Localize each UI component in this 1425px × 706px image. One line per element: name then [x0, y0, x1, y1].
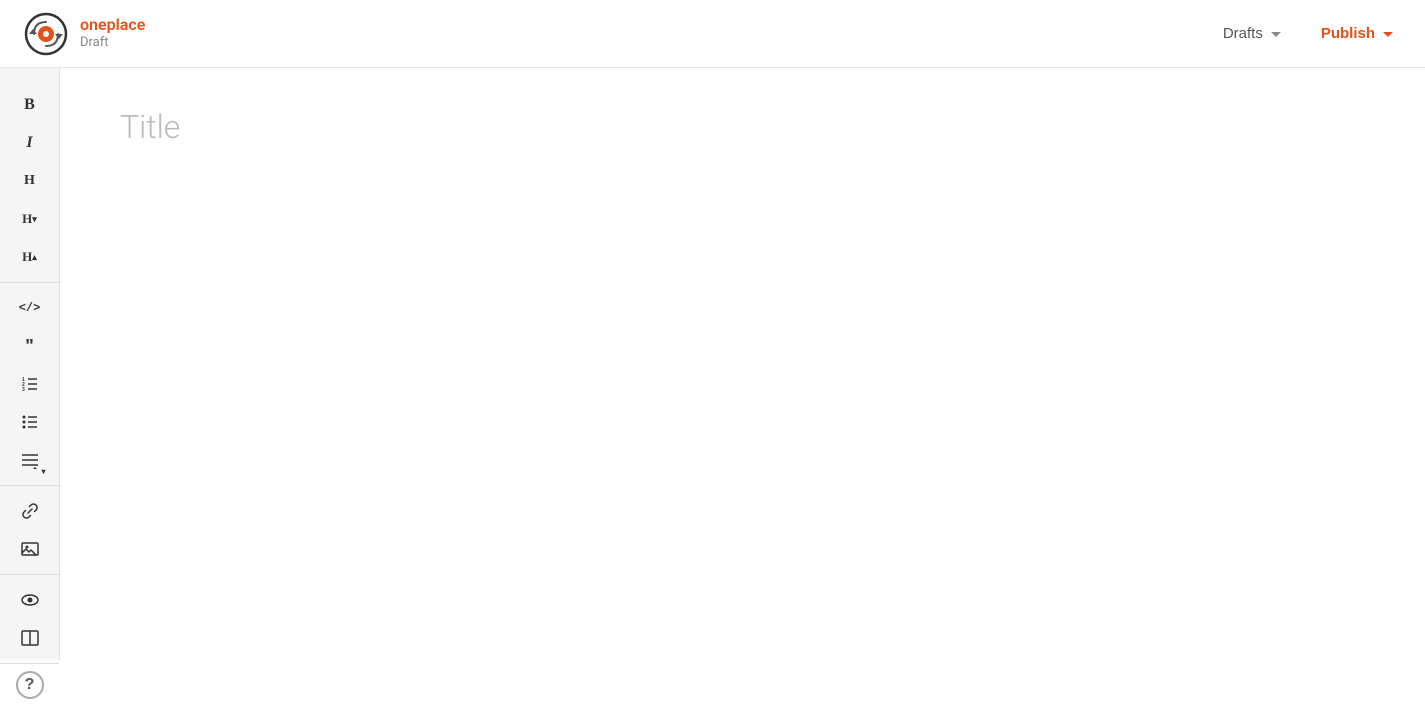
sidebar-toolbar: B I H H▾ H▴ </> " 1 2 3	[0, 68, 60, 660]
main-layout: B I H H▾ H▴ </> " 1 2 3	[0, 68, 1425, 660]
view-group	[0, 575, 59, 664]
ordered-list-button[interactable]: 1 2 3	[10, 366, 50, 402]
logo	[24, 12, 68, 56]
publish-label: Publish	[1321, 25, 1375, 42]
heading1-button[interactable]: H	[10, 163, 50, 199]
drafts-chevron-icon	[1271, 32, 1281, 37]
heading3-button[interactable]: H▴	[10, 239, 50, 275]
italic-button[interactable]: I	[10, 125, 50, 161]
heading2-button[interactable]: H▾	[10, 201, 50, 237]
unordered-list-button[interactable]	[10, 404, 50, 440]
blockquote-button[interactable]: "	[10, 328, 50, 364]
image-button[interactable]	[10, 531, 50, 567]
preview-button[interactable]	[10, 582, 50, 618]
svg-text:3: 3	[22, 387, 25, 393]
split-view-button[interactable]	[10, 620, 50, 656]
blocks-group: </> " 1 2 3	[0, 283, 59, 486]
align-button[interactable]: ▾	[10, 442, 50, 478]
brand-info: oneplace Draft	[80, 15, 145, 53]
header-right: Drafts Publish	[1215, 19, 1401, 48]
help-group: ?	[0, 664, 59, 706]
drafts-label: Drafts	[1223, 25, 1263, 42]
publish-chevron-icon	[1383, 32, 1393, 37]
text-formatting-group: B I H H▾ H▴	[0, 80, 59, 283]
help-button[interactable]: ?	[16, 671, 44, 699]
content-area: Title	[60, 68, 1425, 660]
drafts-button[interactable]: Drafts	[1215, 19, 1289, 48]
insert-group	[0, 486, 59, 575]
header-left: oneplace Draft	[24, 12, 145, 56]
publish-button[interactable]: Publish	[1313, 19, 1401, 48]
code-button[interactable]: </>	[10, 290, 50, 326]
brand-status: Draft	[80, 35, 145, 52]
header: oneplace Draft Drafts Publish	[0, 0, 1425, 68]
brand-name: oneplace	[80, 15, 145, 36]
link-button[interactable]	[10, 493, 50, 529]
editor-title[interactable]: Title	[120, 108, 1365, 158]
bold-button[interactable]: B	[10, 87, 50, 123]
